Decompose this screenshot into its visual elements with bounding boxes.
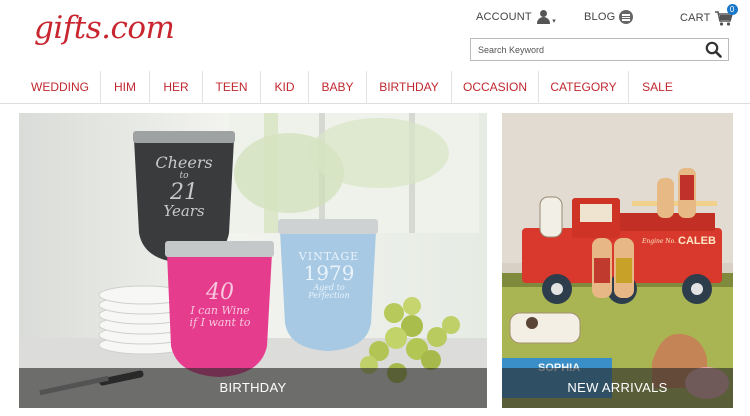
search-icon[interactable] — [705, 41, 723, 59]
nav-item-sale[interactable]: SALE — [629, 71, 686, 104]
nav-item-her[interactable]: HER — [150, 71, 202, 104]
nav-item-him[interactable]: HIM — [101, 71, 149, 104]
search-input[interactable] — [471, 39, 696, 60]
engraving-line: if I want to — [189, 316, 251, 330]
tumblers-image — [19, 113, 487, 408]
search-bar — [470, 38, 729, 61]
new-arrivals-caption: NEW ARRIVALS — [502, 368, 733, 408]
blue-tumbler-text: VINTAGE 1979 Aged to Perfection — [287, 251, 371, 300]
site-logo[interactable]: gifts.com — [34, 10, 175, 46]
truck-name-text: CALEB — [678, 235, 716, 247]
blog-link[interactable]: BLOG — [584, 10, 634, 24]
nav-item-teen[interactable]: TEEN — [203, 71, 260, 104]
birthday-banner[interactable]: Cheers to 21 Years 40 I can Wine if I wa… — [19, 113, 487, 408]
black-tumbler-text: Cheers to 21 Years — [143, 153, 225, 221]
main-nav: WEDDING HIM HER TEEN KID BABY BIRTHDAY O… — [0, 71, 750, 104]
blog-icon — [619, 10, 634, 24]
cart-icon: 0 — [714, 4, 738, 26]
nav-item-wedding[interactable]: WEDDING — [20, 71, 100, 104]
nav-item-category[interactable]: CATEGORY — [539, 71, 628, 104]
nav-item-kid[interactable]: KID — [261, 71, 308, 104]
blog-label: BLOG — [584, 11, 616, 23]
nav-item-baby[interactable]: BABY — [309, 71, 366, 104]
cart-link[interactable]: CART 0 — [680, 4, 738, 26]
cart-count-badge: 0 — [726, 4, 738, 15]
account-label: ACCOUNT — [476, 11, 532, 23]
nav-item-occasion[interactable]: OCCASION — [452, 71, 538, 104]
user-icon: ▾ — [536, 10, 556, 25]
cart-label: CART — [680, 12, 711, 24]
pink-tumbler-text: 40 I can Wine if I want to — [174, 280, 266, 330]
engraving-line: 21 — [170, 180, 198, 206]
engraving-line: Cheers — [155, 153, 213, 172]
toy-truck-image — [502, 113, 733, 408]
birthday-caption: BIRTHDAY — [19, 368, 487, 408]
new-arrivals-banner[interactable]: Engine No. 1 CALEB SOPHIA NEW ARRIVALS — [502, 113, 733, 408]
truck-engine-text: Engine No. 1 — [642, 238, 682, 245]
engraving-line: Years — [163, 202, 205, 221]
engraving-line: 40 — [206, 280, 234, 305]
header-links: ACCOUNT ▾ BLOG CART 0 — [470, 4, 738, 28]
account-link[interactable]: ACCOUNT ▾ — [476, 10, 556, 25]
engraving-line: Perfection — [308, 290, 350, 300]
engraving-line: 1979 — [303, 260, 355, 285]
nav-item-birthday[interactable]: BIRTHDAY — [367, 71, 451, 104]
